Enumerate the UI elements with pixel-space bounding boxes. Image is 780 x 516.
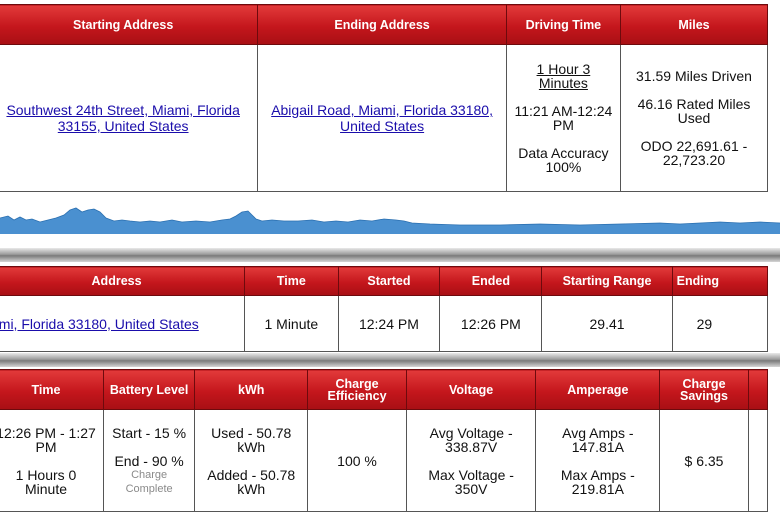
battery-level-cell: Start - 15 % End - 90 % Charge Complete xyxy=(102,409,196,512)
avg-amps: Avg Amps - 147.81A xyxy=(562,424,634,455)
overflow-cell xyxy=(747,409,769,512)
header-charge-savings: Charge Savings xyxy=(659,369,749,410)
header-overflow xyxy=(747,369,769,410)
charge-table: Time Battery Level kWh Charge Efficiency… xyxy=(0,369,769,512)
voltage-cell: Avg Voltage - 338.87V Max Voltage - 350V xyxy=(405,409,537,512)
starting-address-cell: Southwest 24th Street, Miami, Florida 33… xyxy=(0,44,259,192)
battery-start: Start - 15 % xyxy=(112,424,187,441)
ending-address-cell: Abigail Road, Miami, Florida 33180, Unit… xyxy=(257,44,507,192)
header-ending-address: Ending Address xyxy=(257,4,507,45)
header-charge-efficiency: Charge Efficiency xyxy=(307,369,407,410)
max-voltage: Max Voltage - 350V xyxy=(428,466,514,497)
charge-time-cell: 12:26 PM - 1:27 PM 1 Hours 0 Minute xyxy=(0,409,104,512)
charge-time-range: 12:26 PM - 1:27 PM xyxy=(0,424,96,455)
driving-time-cell: 1 Hour 3 Minutes 11:21 AM-12:24 PM Data … xyxy=(505,44,621,192)
data-accuracy: Data Accuracy 100% xyxy=(518,145,609,175)
charge-duration: 1 Hours 0 Minute xyxy=(15,466,77,497)
header-battery-level: Battery Level xyxy=(102,369,196,410)
avg-voltage: Avg Voltage - 338.87V xyxy=(429,424,513,455)
miles-cell: 31.59 Miles Driven 46.16 Rated Miles Use… xyxy=(619,44,769,192)
stop-table: Address Time Started Ended Starting Rang… xyxy=(0,266,769,352)
charge-status: Charge Complete xyxy=(125,468,173,495)
section-divider-2 xyxy=(0,353,780,367)
miles-driven: 31.59 Miles Driven xyxy=(636,68,752,84)
odometer-range: ODO 22,691.61 - 22,723.20 xyxy=(640,138,748,168)
header-stop-time: Time xyxy=(244,266,339,296)
ending-address-link[interactable]: Abigail Road, Miami, Florida 33180, Unit… xyxy=(271,102,493,134)
starting-address-link[interactable]: Southwest 24th Street, Miami, Florida 33… xyxy=(6,102,239,134)
stop-address-cell: ami, Florida 33180, United States xyxy=(0,295,246,352)
drive-table: Starting Address Ending Address Driving … xyxy=(0,4,769,192)
header-voltage: Voltage xyxy=(405,369,537,410)
charge-savings-value: $ 6.35 xyxy=(659,409,749,512)
drive-time-range: 11:21 AM-12:24 PM xyxy=(514,103,613,133)
header-starting-address: Starting Address xyxy=(0,4,259,45)
battery-end: End - 90 % xyxy=(114,452,184,469)
header-charge-time: Time xyxy=(0,369,104,410)
header-kwh: kWh xyxy=(194,369,309,410)
header-stop-started: Started xyxy=(337,266,441,296)
header-driving-time: Driving Time xyxy=(505,4,621,45)
kwh-used: Used - 50.78 kWh xyxy=(211,424,292,455)
stop-ending-range: 29 xyxy=(671,295,769,352)
stop-started: 12:24 PM xyxy=(337,295,441,352)
charge-efficiency-value: 100 % xyxy=(307,409,407,512)
header-amperage: Amperage xyxy=(535,369,661,410)
kwh-added: Added - 50.78 kWh xyxy=(207,466,296,497)
header-stop-address: Address xyxy=(0,266,246,296)
stop-starting-range: 29.41 xyxy=(541,295,673,352)
max-amps: Max Amps - 219.81A xyxy=(560,466,635,497)
drive-duration-link[interactable]: 1 Hour 3 Minutes xyxy=(537,61,591,91)
kwh-cell: Used - 50.78 kWh Added - 50.78 kWh xyxy=(194,409,309,512)
header-starting-range: Starting Range xyxy=(541,266,673,296)
stop-time: 1 Minute xyxy=(244,295,339,352)
stop-ended: 12:26 PM xyxy=(439,295,543,352)
header-stop-ended: Ended xyxy=(439,266,543,296)
section-divider xyxy=(0,248,780,262)
stop-address-link[interactable]: ami, Florida 33180, United States xyxy=(0,316,199,332)
header-miles: Miles xyxy=(619,4,769,45)
amperage-cell: Avg Amps - 147.81A Max Amps - 219.81A xyxy=(535,409,661,512)
header-ending-range: Ending xyxy=(671,266,769,296)
speed-graph xyxy=(0,207,780,234)
rated-miles-used: 46.16 Rated Miles Used xyxy=(637,96,751,126)
